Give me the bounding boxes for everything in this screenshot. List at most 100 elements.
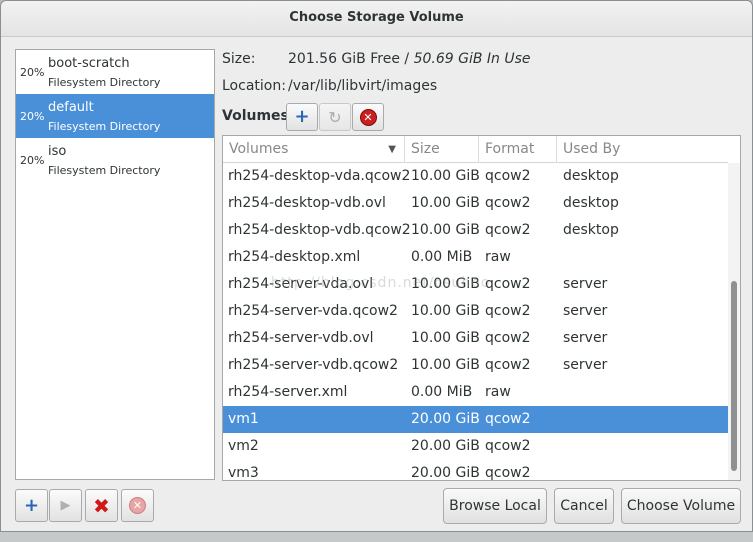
cell-size: 20.00 GiB [411, 411, 480, 427]
cell-volume-name: vm2 [228, 438, 259, 454]
pool-item-default[interactable]: 20% default Filesystem Directory [16, 94, 214, 138]
cell-size: 10.00 GiB [411, 276, 480, 292]
delete-icon: ✕ [359, 108, 377, 126]
sort-down-icon: ▼ [388, 144, 396, 155]
cell-format: qcow2 [485, 222, 531, 238]
pool-item-iso[interactable]: 20% iso Filesystem Directory [16, 138, 214, 182]
column-header-format[interactable]: Format [479, 136, 557, 163]
cell-volume-name: vm3 [228, 465, 259, 481]
choose-volume-button[interactable]: Choose Volume [621, 488, 741, 524]
plus-icon: + [294, 106, 310, 127]
storage-pool-list[interactable]: 20% boot-scratch Filesystem Directory 20… [15, 49, 215, 480]
cell-size: 0.00 MiB [411, 249, 473, 265]
cell-size: 20.00 GiB [411, 438, 480, 454]
cell-size: 10.00 GiB [411, 357, 480, 373]
start-pool-button[interactable]: ▶ [49, 489, 82, 522]
delete-icon: ✕ [129, 497, 146, 514]
delete-pool-button[interactable]: ✕ [121, 489, 154, 522]
cell-volume-name: rh254-server-vdb.ovl [228, 330, 374, 346]
table-row[interactable]: rh254-desktop-vdb.qcow2 10.00 GiB qcow2 des… [223, 217, 728, 244]
cell-used-by: server [563, 330, 608, 346]
cell-volume-name: rh254-server-vda.ovl [228, 276, 374, 292]
add-pool-button[interactable]: + [15, 489, 48, 522]
cell-size: 20.00 GiB [411, 465, 480, 481]
pool-name: boot-scratch [48, 56, 130, 71]
size-in-use: 50.69 GiB In Use [413, 51, 531, 67]
play-icon: ▶ [60, 498, 71, 513]
cell-format: raw [485, 249, 511, 265]
cell-volume-name: rh254-server-vdb.qcow2 [228, 357, 399, 373]
cell-size: 10.00 GiB [411, 303, 480, 319]
cell-format: qcow2 [485, 357, 531, 373]
refresh-icon: ↻ [328, 107, 342, 127]
dialog-title: Choose Storage Volume [1, 1, 752, 37]
delete-volume-button[interactable]: ✕ [352, 103, 384, 131]
table-row[interactable]: rh254-server-vda.qcow2 10.00 GiB qcow2 serv… [223, 298, 728, 325]
add-volume-button[interactable]: + [286, 103, 318, 131]
column-header-volumes[interactable]: Volumes ▼ [223, 136, 405, 163]
table-row[interactable]: rh254-server-vda.ovl 10.00 GiB qcow2 server [223, 271, 728, 298]
choose-storage-volume-dialog: Choose Storage Volume 20% boot-scratch F… [0, 0, 753, 532]
table-row[interactable]: vm1 20.00 GiB qcow2 [223, 406, 728, 433]
browse-local-button[interactable]: Browse Local [443, 488, 547, 524]
pool-type: Filesystem Directory [48, 76, 161, 89]
cell-format: raw [485, 384, 511, 400]
volumes-table[interactable]: Volumes ▼ Size Format Used By rh254-desk… [222, 135, 741, 481]
pool-name: default [48, 100, 94, 115]
vertical-scrollbar[interactable] [728, 163, 740, 480]
cell-used-by: server [563, 276, 608, 292]
location-value: /var/lib/libvirt/images [288, 78, 438, 94]
pool-type: Filesystem Directory [48, 120, 161, 133]
cell-used-by: desktop [563, 222, 619, 238]
desktop-background [0, 532, 753, 542]
pool-item-boot-scratch[interactable]: 20% boot-scratch Filesystem Directory [16, 50, 214, 94]
refresh-volumes-button[interactable]: ↻ [319, 103, 351, 131]
stop-pool-button[interactable]: ✖ [85, 489, 118, 522]
cell-format: qcow2 [485, 303, 531, 319]
cell-used-by: server [563, 357, 608, 373]
pool-name: iso [48, 144, 67, 159]
size-value: 201.56 GiB Free / 50.69 GiB In Use [288, 51, 531, 67]
cell-format: qcow2 [485, 411, 531, 427]
cell-format: qcow2 [485, 438, 531, 454]
plus-icon: + [23, 494, 40, 516]
location-label: Location: [222, 78, 286, 94]
size-row: Size: 201.56 GiB Free / 50.69 GiB In Use [222, 51, 531, 67]
cell-size: 10.00 GiB [411, 330, 480, 346]
column-header-size[interactable]: Size [405, 136, 479, 163]
location-row: Location: /var/lib/libvirt/images [222, 78, 437, 94]
table-header: Volumes ▼ Size Format Used By [223, 136, 728, 163]
cell-size: 0.00 MiB [411, 384, 473, 400]
cell-used-by: server [563, 303, 608, 319]
table-row[interactable]: rh254-desktop-vdb.ovl 10.00 GiB qcow2 deskt… [223, 190, 728, 217]
size-free: 201.56 GiB Free / [288, 51, 414, 67]
pool-usage-percent: 20% [20, 66, 45, 79]
table-row[interactable]: rh254-desktop.xml 0.00 MiB raw [223, 244, 728, 271]
pool-type: Filesystem Directory [48, 164, 161, 177]
pool-usage-percent: 20% [20, 154, 45, 167]
cell-size: 10.00 GiB [411, 168, 480, 184]
size-label: Size: [222, 51, 256, 67]
cell-size: 10.00 GiB [411, 195, 480, 211]
stop-icon: ✖ [93, 493, 110, 518]
column-header-label: Volumes [229, 141, 289, 157]
cell-format: qcow2 [485, 168, 531, 184]
scrollbar-thumb[interactable] [731, 281, 737, 471]
cell-volume-name: rh254-desktop-vdb.qcow2 [228, 222, 411, 238]
cell-used-by: desktop [563, 195, 619, 211]
table-row[interactable]: rh254-server.xml 0.00 MiB raw [223, 379, 728, 406]
cell-used-by: desktop [563, 168, 619, 184]
table-row[interactable]: vm3 20.00 GiB qcow2 [223, 460, 728, 481]
cell-format: qcow2 [485, 465, 531, 481]
table-row[interactable]: rh254-desktop-vda.qcow2 10.00 GiB qcow2 des… [223, 163, 728, 190]
table-row[interactable]: vm2 20.00 GiB qcow2 [223, 433, 728, 460]
column-header-used-by[interactable]: Used By [557, 136, 728, 163]
table-row[interactable]: rh254-server-vdb.qcow2 10.00 GiB qcow2 serv… [223, 352, 728, 379]
cell-size: 10.00 GiB [411, 222, 480, 238]
cell-format: qcow2 [485, 195, 531, 211]
cell-volume-name: vm1 [228, 411, 259, 427]
table-row[interactable]: rh254-server-vdb.ovl 10.00 GiB qcow2 server [223, 325, 728, 352]
cell-volume-name: rh254-desktop.xml [228, 249, 361, 265]
cell-volume-name: rh254-server-vda.qcow2 [228, 303, 398, 319]
cancel-button[interactable]: Cancel [554, 488, 614, 524]
